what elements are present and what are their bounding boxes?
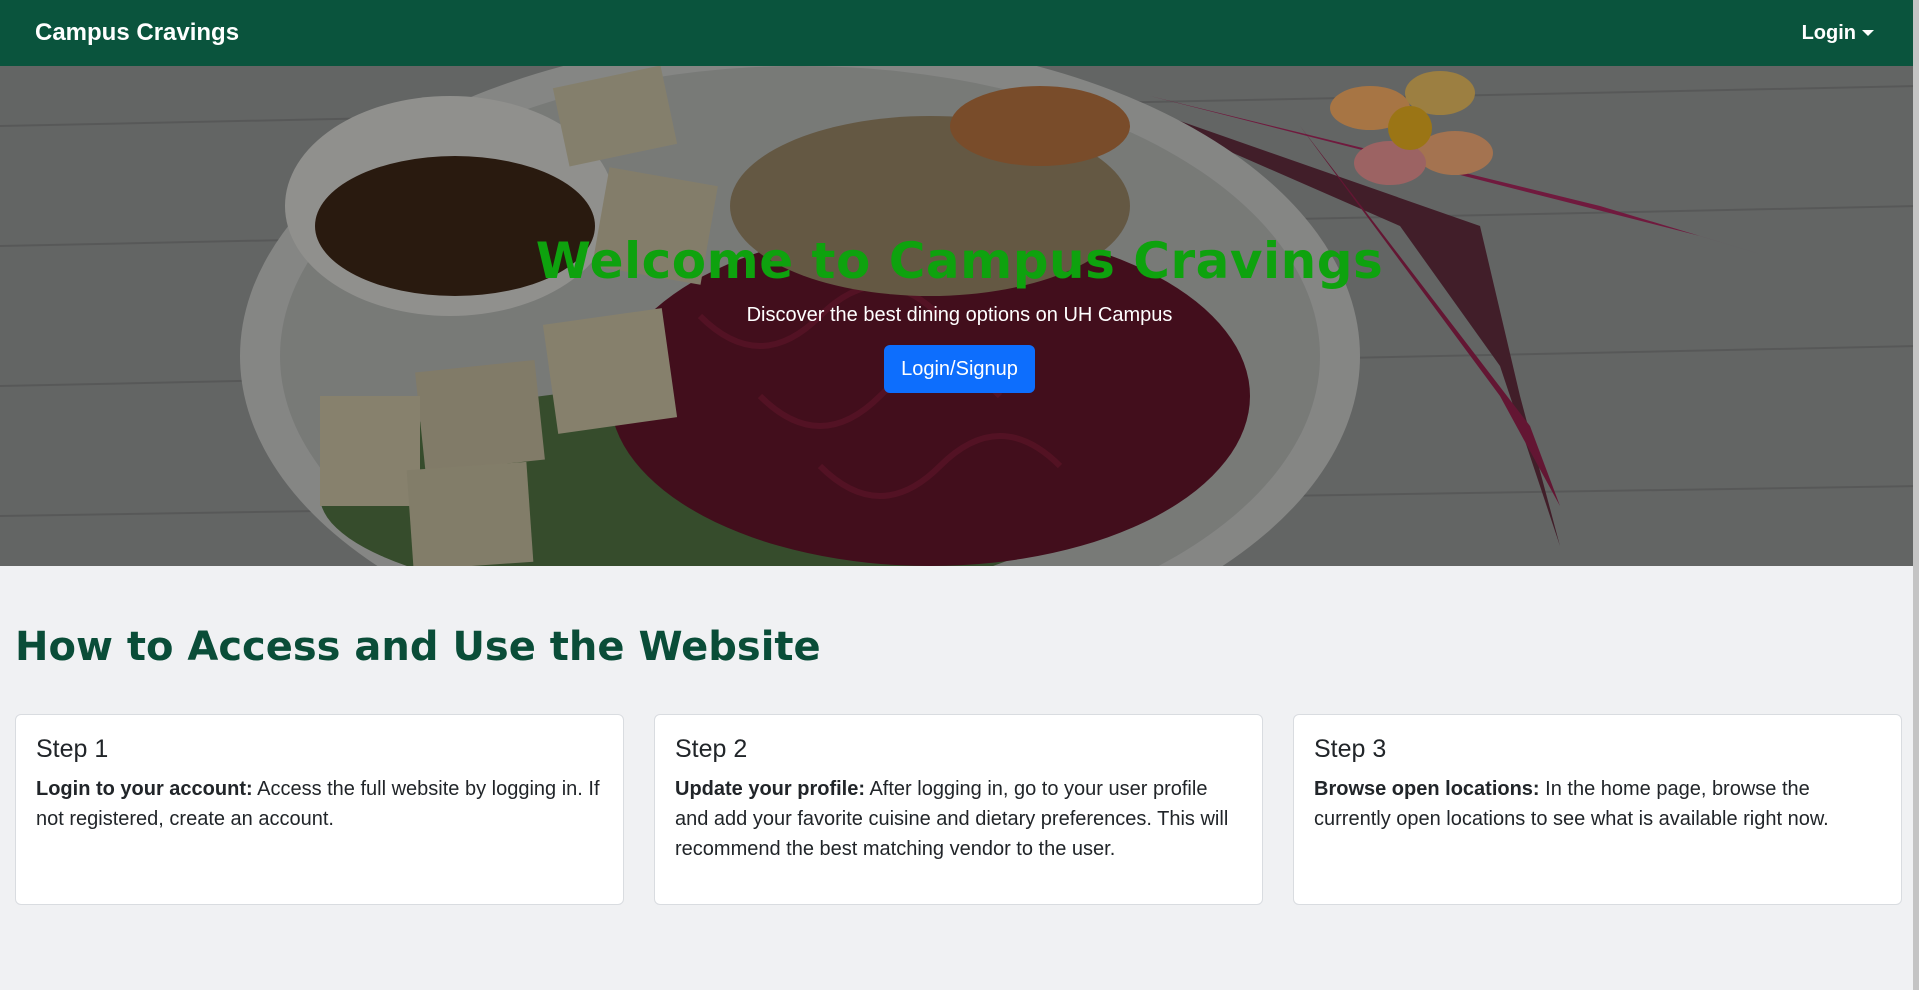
step-text: Login to your account: Access the full w… [36,774,603,834]
step-title: Step 2 [675,735,748,763]
step-text: Update your profile: After logging in, g… [675,774,1242,864]
login-signup-button[interactable]: Login/Signup [884,345,1035,393]
step-lead: Login to your account: [36,778,253,800]
section-title: How to Access and Use the Website [15,624,821,670]
step-text: Browse open locations: In the home page,… [1314,774,1881,834]
navbar: Campus Cravings Login [0,0,1919,66]
hero-subtitle: Discover the best dining options on UH C… [746,304,1173,326]
step-title: Step 3 [1314,735,1387,763]
step-card-1: Step 1 Login to your account: Access the… [15,714,624,905]
hero-title: Welcome to Campus Cravings [535,232,1384,290]
hero-banner: Welcome to Campus Cravings Discover the … [0,66,1919,566]
step-lead: Update your profile: [675,778,866,800]
login-dropdown[interactable]: Login [1802,22,1874,45]
hero-content: Welcome to Campus Cravings Discover the … [0,66,1919,566]
step-card-3: Step 3 Browse open locations: In the hom… [1293,714,1902,905]
step-card-2: Step 2 Update your profile: After loggin… [654,714,1263,905]
scrollbar-thumb[interactable] [1913,0,1919,990]
caret-down-icon [1862,30,1874,36]
step-title: Step 1 [36,735,109,763]
login-dropdown-label: Login [1801,21,1856,44]
steps-cards: Step 1 Login to your account: Access the… [15,714,1902,905]
page-scrollbar[interactable] [1913,0,1919,990]
step-lead: Browse open locations: [1314,778,1540,800]
brand-link[interactable]: Campus Cravings [35,19,239,47]
